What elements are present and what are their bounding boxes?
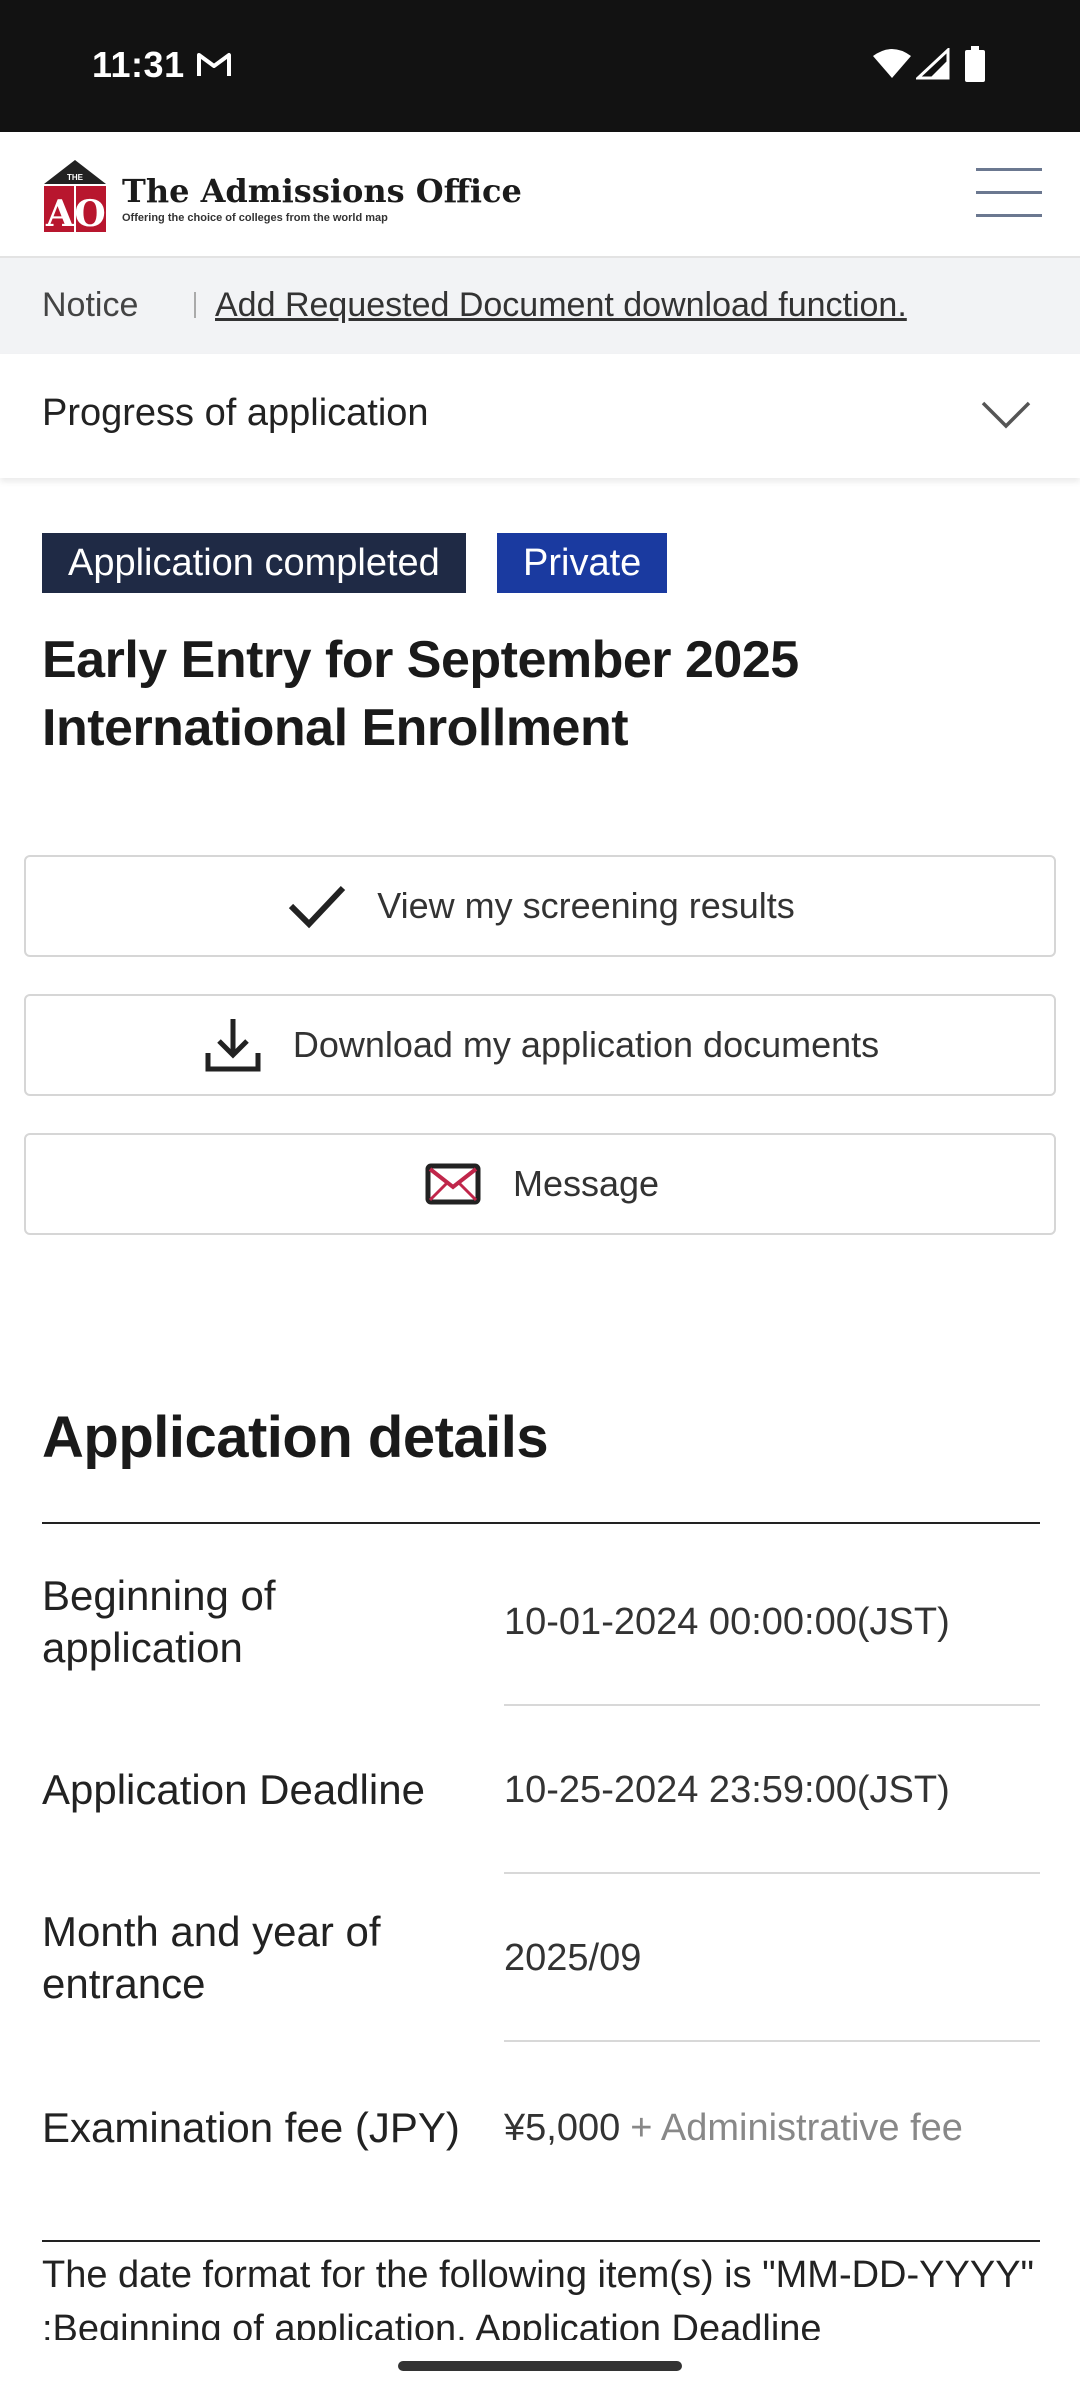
hamburger-menu-icon[interactable] bbox=[976, 168, 1042, 222]
checkmark-icon bbox=[289, 885, 346, 929]
wifi-icon bbox=[873, 49, 911, 78]
status-badge: Application completed bbox=[42, 533, 466, 593]
detail-label: Application Deadline bbox=[42, 1766, 425, 1813]
detail-value: ¥5,000 + Administrative fee bbox=[504, 2044, 1040, 2212]
notice-label: Notice bbox=[42, 286, 139, 324]
message-button[interactable]: Message bbox=[24, 1133, 1056, 1235]
status-time: 11:31 bbox=[92, 44, 185, 85]
download-icon bbox=[205, 1019, 261, 1072]
fee-extra: + Administrative fee bbox=[630, 2106, 963, 2149]
envelope-icon bbox=[425, 1163, 481, 1205]
site-header: THE A O The Admissions Office Offering t… bbox=[0, 132, 1080, 258]
signal-icon bbox=[916, 48, 950, 80]
detail-row-entrance: Month and year of entrance 2025/09 bbox=[42, 1874, 1040, 2042]
details-divider bbox=[42, 1522, 1040, 1524]
detail-value: 2025/09 bbox=[504, 1936, 642, 1979]
download-documents-label: Download my application documents bbox=[292, 1024, 880, 1065]
gesture-bar[interactable] bbox=[398, 2361, 682, 2371]
detail-row-fee: Examination fee (JPY) ¥5,000 + Administr… bbox=[42, 2044, 1040, 2212]
detail-label: Month and year of entrance bbox=[42, 1908, 381, 2007]
chevron-down-icon[interactable] bbox=[980, 398, 1032, 430]
detail-value: 10-25-2024 23:59:00(JST) bbox=[504, 1768, 950, 1811]
gmail-icon bbox=[197, 53, 231, 76]
download-documents-button[interactable]: Download my application documents bbox=[24, 994, 1056, 1096]
notice-separator bbox=[194, 292, 196, 318]
brand-tagline: Offering the choice of colleges from the… bbox=[122, 212, 388, 224]
details-heading: Application details bbox=[42, 1405, 549, 1470]
visibility-badge: Private bbox=[497, 533, 668, 593]
detail-label: Examination fee (JPY) bbox=[42, 2104, 460, 2151]
battery-icon bbox=[965, 46, 985, 82]
notice-link[interactable]: Add Requested Document download function… bbox=[215, 286, 907, 325]
view-screening-results-button[interactable]: View my screening results bbox=[24, 855, 1056, 957]
application-title: Early Entry for September 2025 Internati… bbox=[42, 631, 799, 757]
detail-row-deadline: Application Deadline 10-25-2024 23:59:00… bbox=[42, 1706, 1040, 1874]
brand-name[interactable]: The Admissions Office bbox=[122, 172, 522, 210]
date-format-note: The date format for the following item(s… bbox=[42, 2254, 1035, 2340]
detail-value: 10-01-2024 00:00:00(JST) bbox=[504, 1600, 950, 1643]
progress-accordion[interactable]: Progress of application bbox=[0, 354, 1080, 478]
fee-amount: ¥5,000 bbox=[504, 2106, 621, 2149]
svg-text:O: O bbox=[74, 193, 105, 232]
message-label: Message bbox=[512, 1163, 660, 1204]
detail-row-beginning: Beginning of application 10-01-2024 00:0… bbox=[42, 1538, 1040, 1706]
notice-bar: Notice Add Requested Document download f… bbox=[0, 258, 1080, 354]
svg-text:THE: THE bbox=[67, 173, 84, 182]
status-bar: 11:31 bbox=[0, 0, 1080, 132]
details-bottom-divider bbox=[42, 2240, 1040, 2242]
admissions-office-logo[interactable]: THE A O bbox=[42, 158, 108, 232]
view-screening-results-label: View my screening results bbox=[377, 885, 795, 926]
progress-title: Progress of application bbox=[42, 392, 429, 434]
detail-label: Beginning of application bbox=[42, 1572, 276, 1671]
svg-text:A: A bbox=[45, 193, 75, 232]
